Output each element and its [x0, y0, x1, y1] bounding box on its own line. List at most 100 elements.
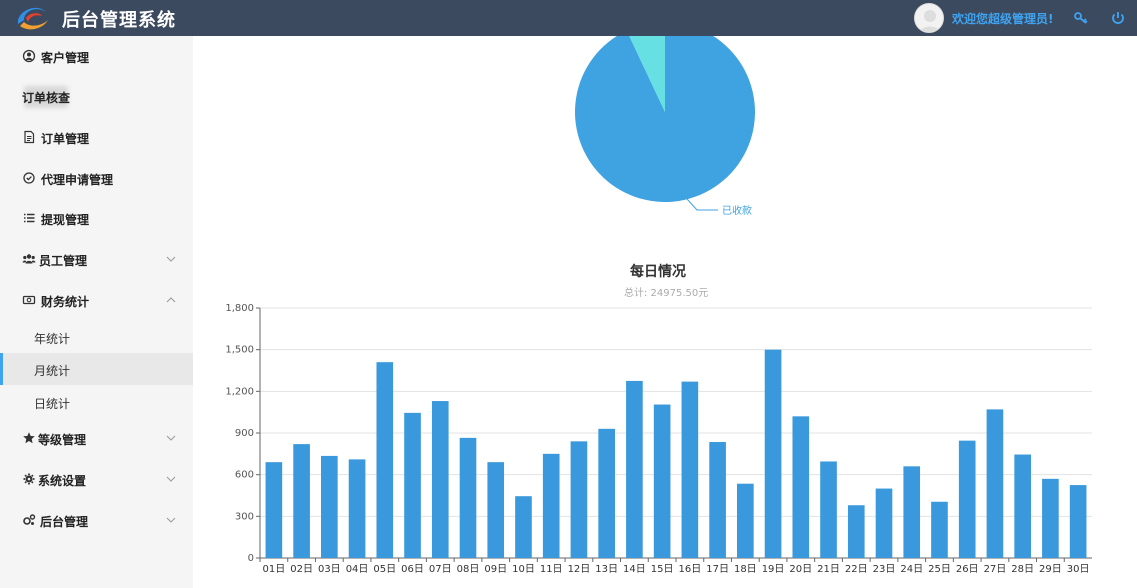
bar[interactable] — [875, 488, 893, 558]
bar[interactable] — [542, 453, 560, 558]
chevron-down-icon — [166, 517, 176, 523]
y-tick-label: 600 — [235, 470, 254, 481]
top-bar: 后台管理系统 欢迎您超级管理员! — [0, 0, 1137, 36]
bar[interactable] — [321, 455, 338, 558]
bar[interactable] — [681, 381, 699, 558]
x-tick-label: 13日 — [595, 564, 618, 575]
pie-chart: 已收款 — [575, 36, 756, 217]
x-tick-label: 21日 — [817, 564, 840, 575]
sidebar-item-agent-apply[interactable]: 代理申请管理 — [0, 162, 193, 194]
user-circle-icon — [22, 49, 36, 63]
list-icon — [24, 213, 35, 223]
x-tick-label: 03日 — [318, 564, 341, 575]
sidebar-item-order-review[interactable]: 订单核查 — [0, 80, 193, 112]
x-tick-label: 04日 — [346, 564, 369, 575]
bar[interactable] — [487, 462, 505, 558]
sidebar-item-customers[interactable]: 客户管理 — [0, 40, 193, 72]
bar[interactable] — [653, 404, 671, 558]
bar[interactable] — [847, 505, 865, 558]
sidebar-item-label: 客户管理 — [41, 51, 90, 65]
avatar[interactable] — [914, 3, 944, 33]
bar[interactable] — [626, 380, 643, 558]
sidebar: 客户管理 订单核查 订单管理 代理申请管理 提现管理 员工管理 财务统计 年统计… — [0, 36, 193, 588]
x-tick-label: 25日 — [928, 564, 951, 575]
sidebar-item-label: 代理申请管理 — [41, 173, 114, 187]
x-tick-label: 27日 — [984, 564, 1007, 575]
x-tick-label: 18日 — [734, 564, 757, 575]
chevron-down-icon — [166, 435, 176, 441]
bar[interactable] — [1042, 478, 1059, 558]
sidebar-item-orders[interactable]: 订单管理 — [0, 121, 193, 153]
chevron-down-icon — [166, 256, 176, 262]
bar[interactable] — [709, 442, 726, 558]
x-tick-label: 30日 — [1067, 564, 1090, 575]
bar[interactable] — [958, 440, 976, 558]
bar[interactable] — [515, 496, 532, 558]
sidebar-item-label: 财务统计 — [41, 295, 90, 309]
bar[interactable] — [1069, 485, 1087, 558]
x-tick-label: 26日 — [956, 564, 979, 575]
sidebar-subitem-monthly[interactable]: 月统计 — [0, 353, 193, 385]
x-tick-label: 10日 — [512, 564, 535, 575]
bar[interactable] — [903, 466, 921, 558]
y-tick-label: 1,500 — [225, 345, 254, 356]
sidebar-item-admin[interactable]: 后台管理 — [0, 504, 193, 536]
y-tick-label: 1,800 — [225, 303, 254, 314]
chevron-down-icon — [166, 476, 176, 482]
bar[interactable] — [459, 437, 477, 558]
bar[interactable] — [764, 349, 782, 558]
bar[interactable] — [376, 362, 394, 558]
welcome-text: 欢迎您超级管理员! — [952, 12, 1054, 26]
x-tick-label: 23日 — [873, 564, 896, 575]
sidebar-item-label: 提现管理 — [41, 213, 90, 227]
gear-icon — [23, 473, 35, 485]
sidebar-item-label: 员工管理 — [39, 254, 88, 268]
bar[interactable] — [293, 444, 310, 558]
pie-label: 已收款 — [722, 204, 752, 217]
bar[interactable] — [1014, 454, 1031, 558]
sidebar-subitem-yearly[interactable]: 年统计 — [0, 321, 193, 353]
y-tick-label: 0 — [248, 553, 254, 564]
sidebar-item-withdraw[interactable]: 提现管理 — [0, 202, 193, 234]
x-tick-label: 24日 — [900, 564, 923, 575]
x-tick-label: 07日 — [429, 564, 452, 575]
bar[interactable] — [737, 483, 754, 558]
x-tick-label: 02日 — [290, 564, 313, 575]
y-tick-label: 300 — [235, 511, 254, 522]
bar[interactable] — [404, 412, 421, 558]
key-icon[interactable] — [1072, 9, 1090, 27]
x-tick-label: 05日 — [373, 564, 396, 575]
chevron-up-icon — [166, 297, 176, 303]
bar[interactable] — [820, 461, 837, 558]
sidebar-item-label: 订单管理 — [41, 132, 90, 146]
x-tick-label: 15日 — [651, 564, 674, 575]
sidebar-item-staff[interactable]: 员工管理 — [0, 243, 193, 275]
sidebar-subitem-daily[interactable]: 日统计 — [0, 386, 193, 418]
pie-label-line — [686, 198, 718, 211]
x-tick-label: 12日 — [568, 564, 591, 575]
x-tick-label: 17日 — [706, 564, 729, 575]
bar[interactable] — [348, 459, 366, 558]
sidebar-item-label: 后台管理 — [40, 515, 89, 529]
bar[interactable] — [598, 428, 615, 558]
bar[interactable] — [792, 416, 810, 558]
sidebar-item-label: 订单核查 — [22, 91, 71, 105]
sidebar-item-finance[interactable]: 财务统计 — [0, 284, 193, 316]
sidebar-item-settings[interactable]: 系统设置 — [0, 463, 193, 495]
x-tick-label: 22日 — [845, 564, 868, 575]
bar[interactable] — [570, 441, 588, 558]
document-icon — [24, 130, 35, 144]
bar[interactable] — [265, 462, 283, 558]
bar[interactable] — [986, 409, 1004, 558]
sidebar-subitem-label: 年统计 — [34, 332, 71, 346]
bar[interactable] — [431, 401, 449, 558]
sidebar-item-levels[interactable]: 等级管理 — [0, 422, 193, 454]
x-tick-label: 06日 — [401, 564, 424, 575]
x-tick-label: 09日 — [484, 564, 507, 575]
power-icon[interactable] — [1109, 9, 1127, 27]
bar[interactable] — [931, 501, 948, 558]
main-content: 已收款 每日情况 总计: 24975.50元 0 300 600 900 1,200 1,… — [193, 36, 1137, 588]
chart-title: 每日情况 — [630, 264, 686, 280]
x-tick-label: 19日 — [762, 564, 785, 575]
app-title: 后台管理系统 — [62, 10, 176, 31]
